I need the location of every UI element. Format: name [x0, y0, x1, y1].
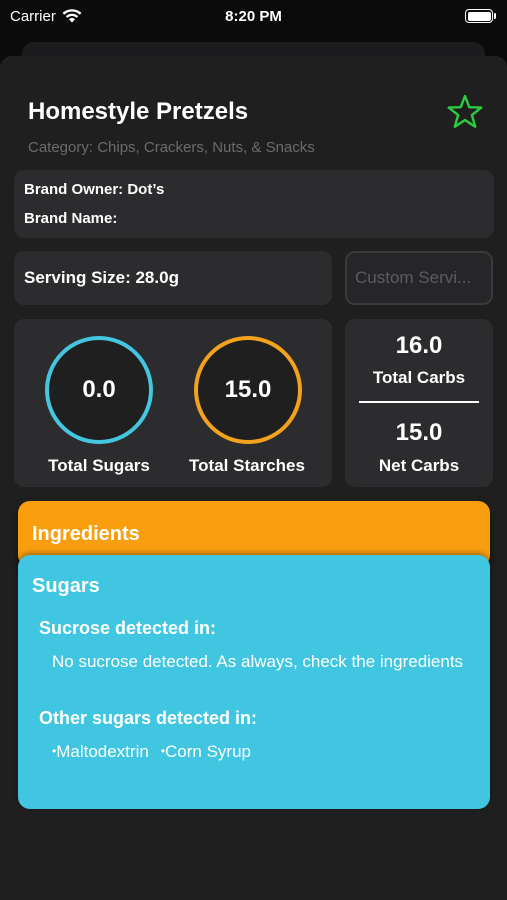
product-title: Homestyle Pretzels	[28, 98, 249, 125]
ingredients-title: Ingredients	[32, 523, 140, 545]
total-sugars-ring: 0.0	[45, 336, 153, 444]
sugar-item-label: Maltodextrin	[56, 742, 149, 761]
brand-name: Brand Name:	[24, 210, 118, 227]
total-sugars-label: Total Sugars	[48, 456, 150, 475]
carbs-divider	[359, 401, 479, 403]
brand-owner: Brand Owner: Dot’s	[24, 181, 165, 198]
other-sugars-heading: Other sugars detected in:	[39, 708, 258, 728]
total-starches-ring: 15.0	[194, 336, 302, 444]
brand-card: Brand Owner: Dot’s Brand Name:	[14, 170, 494, 238]
serving-size-card: Serving Size: 28.0g	[14, 251, 332, 305]
total-starches-value: 15.0	[224, 376, 272, 403]
total-sugars-value: 0.0	[82, 376, 116, 403]
custom-serving-input[interactable]	[345, 251, 493, 305]
total-starches-label: Total Starches	[189, 456, 305, 475]
net-carbs-value: 15.0	[395, 419, 443, 446]
sugars-title: Sugars	[32, 575, 100, 597]
star-icon[interactable]	[446, 94, 484, 130]
other-sugars-list: •Maltodextrin •Corn Syrup	[52, 742, 251, 762]
sugars-card[interactable]: Sugars Sucrose detected in: No sucrose d…	[18, 555, 490, 809]
serving-size: Serving Size: 28.0g	[24, 268, 179, 287]
product-category: Category: Chips, Crackers, Nuts, & Snack…	[28, 139, 315, 156]
total-carbs-label: Total Carbs	[372, 368, 466, 387]
sugar-item-label: Corn Syrup	[165, 742, 251, 761]
sucrose-heading: Sucrose detected in:	[39, 618, 217, 638]
battery-fill	[467, 11, 491, 21]
sucrose-text: No sucrose detected. As always, check th…	[52, 652, 464, 671]
wifi-icon	[62, 9, 82, 23]
status-bar: Carrier 8:20 PM	[0, 0, 507, 32]
list-item: •Maltodextrin	[52, 742, 149, 761]
carbs-card: 16.0 Total Carbs 15.0 Net Carbs	[345, 319, 493, 487]
net-carbs-label: Net Carbs	[378, 456, 460, 475]
battery-icon	[465, 9, 496, 23]
sugar-starch-card: 0.0 15.0 Total Sugars Total Starches	[14, 319, 332, 487]
carrier-label: Carrier	[10, 7, 56, 25]
list-item: •Corn Syrup	[160, 742, 251, 761]
status-left: Carrier	[10, 8, 82, 25]
total-carbs-value: 16.0	[395, 332, 443, 359]
